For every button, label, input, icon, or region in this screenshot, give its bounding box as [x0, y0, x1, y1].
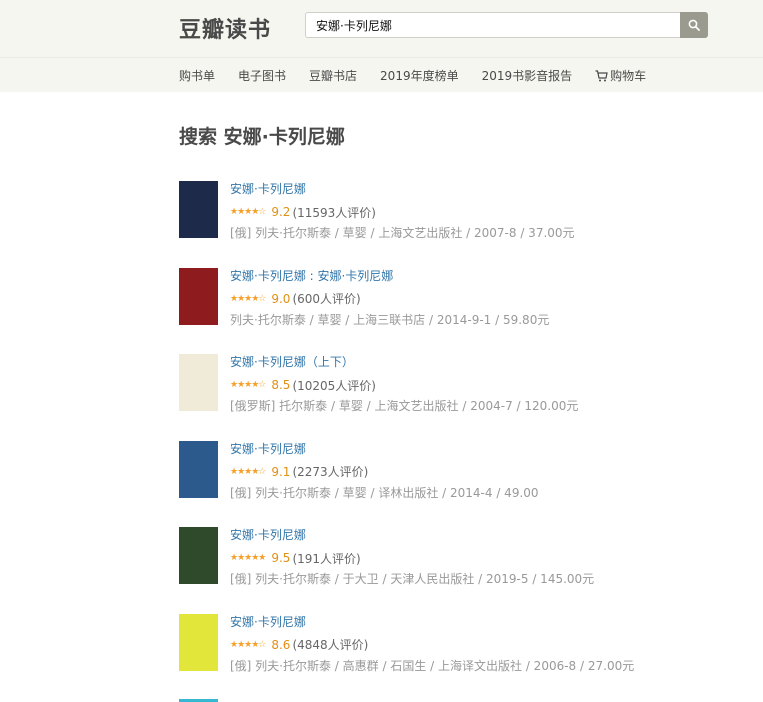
rating-row: ★★★★☆ 8.6 (4848人评价)	[230, 637, 634, 653]
book-title-link[interactable]: 安娜·卡列尼娜	[230, 526, 594, 544]
rating-stars-icon: ★★★★☆	[230, 466, 266, 477]
book-meta: [俄] 列夫·托尔斯泰 / 于大卫 / 天津人民出版社 / 2019-5 / 1…	[230, 572, 595, 587]
book-title-link[interactable]: 安娜·卡列尼娜（上下）	[230, 353, 578, 371]
result-info: 安娜·卡列尼娜 ★★★★☆ 9.1 (2273人评价) [俄] 列夫·托尔斯泰 / 草婴…	[230, 440, 539, 501]
search-input[interactable]	[305, 12, 680, 38]
search-bar	[305, 12, 708, 38]
main-nav: 购书单 电子图书 豆瓣书店 2019年度榜单 2019书影音报告 购物车	[0, 57, 763, 92]
nav-item-cart[interactable]: 购物车	[595, 67, 646, 84]
rating-row: ★★★★★ 9.5 (191人评价)	[230, 550, 594, 566]
rating-count: (600人评价)	[292, 292, 361, 307]
rating-score: 9.0	[271, 291, 291, 306]
book-meta: [俄] 列夫·托尔斯泰 / 草婴 / 上海文艺出版社 / 2007-8 / 37…	[230, 226, 575, 240]
book-title-link[interactable]: 安娜·卡列尼娜	[230, 180, 575, 198]
book-meta: 列夫·托尔斯泰 / 草婴 / 上海三联书店 / 2014-9-1 / 59.80…	[230, 312, 550, 327]
book-meta: [俄] 列夫·托尔斯泰 / 高惠群 / 石国生 / 上海译文出版社 / 2006…	[230, 658, 635, 673]
rating-stars-icon: ★★★★☆	[230, 380, 266, 391]
result-item: 安娜·卡列尼娜 : 安娜·卡列尼娜 ★★★★☆ 9.0 (600人评价) 列夫·托尔斯泰…	[179, 267, 719, 354]
rating-count: (11593人评价)	[292, 205, 376, 220]
book-cover[interactable]	[179, 440, 218, 498]
result-info: 安娜·卡列尼娜 : 安娜·卡列尼娜 ★★★★☆ 9.0 (600人评价) 列夫·托尔斯泰…	[230, 267, 549, 328]
rating-score: 9.5	[271, 551, 291, 566]
book-meta: [俄罗斯] 托尔斯泰 / 草婴 / 上海文艺出版社 / 2004-7 / 120…	[230, 399, 579, 414]
nav-item-booklist[interactable]: 购书单	[179, 67, 215, 84]
result-info: 安娜·卡列尼娜 ★★★★★ 9.5 (191人评价) [俄] 列夫·托尔斯泰 / 于大卫…	[230, 526, 594, 587]
result-item: 安娜·卡列尼娜 ★★★★★ 9.5 (191人评价) [俄] 列夫·托尔斯泰 / 于大卫…	[179, 526, 719, 613]
result-info: 安娜·卡列尼娜 ★★★★☆ 8.6 (4848人评价) [俄] 列夫·托尔斯泰 / 高惠…	[230, 613, 634, 674]
search-icon	[688, 19, 700, 31]
results-list: 安娜·卡列尼娜 ★★★★☆ 9.2 (11593人评价) [俄] 列夫·托尔斯泰 / 草…	[179, 180, 719, 700]
nav-item-annual-list[interactable]: 2019年度榜单	[380, 67, 459, 84]
book-cover[interactable]	[179, 527, 218, 585]
nav-item-annual-report[interactable]: 2019书影音报告	[482, 67, 573, 84]
result-item: 安娜·卡列尼娜 ★★★★☆ 9.2 (11593人评价) [俄] 列夫·托尔斯泰 / 草…	[179, 180, 719, 267]
result-item: 安娜·卡列尼娜 ★★★★☆ 9.1 (2273人评价) [俄] 列夫·托尔斯泰 / 草婴…	[179, 440, 719, 527]
nav-item-ebooks[interactable]: 电子图书	[238, 67, 286, 84]
rating-stars-icon: ★★★★☆	[230, 207, 266, 217]
result-item: 安娜·卡列尼娜（上下） ★★★★☆ 8.5 (10205人评价) [俄罗斯] 托尔斯泰 …	[179, 353, 719, 440]
rating-score: 9.2	[271, 205, 291, 219]
book-title-link[interactable]: 安娜·卡列尼娜	[230, 613, 634, 631]
rating-stars-icon: ★★★★★	[230, 553, 266, 564]
book-cover[interactable]	[179, 181, 218, 238]
rating-score: 8.5	[271, 378, 291, 393]
site-logo[interactable]: 豆瓣读书	[179, 12, 271, 44]
rating-row: ★★★★☆ 9.0 (600人评价)	[230, 291, 549, 307]
book-meta: [俄] 列夫·托尔斯泰 / 草婴 / 译林出版社 / 2014-4 / 49.0…	[230, 485, 539, 500]
rating-count: (191人评价)	[292, 551, 361, 566]
result-info: 安娜·卡列尼娜（上下） ★★★★☆ 8.5 (10205人评价) [俄罗斯] 托尔斯泰 …	[230, 353, 578, 414]
search-button[interactable]	[680, 12, 708, 38]
page-title: 搜索 安娜·卡列尼娜	[179, 126, 345, 148]
rating-stars-icon: ★★★★☆	[230, 293, 266, 304]
rating-count: (4848人评价)	[292, 638, 369, 653]
result-info: 安娜·卡列尼娜 ★★★★☆ 9.2 (11593人评价) [俄] 列夫·托尔斯泰 / 草…	[230, 180, 575, 241]
book-cover[interactable]	[179, 267, 218, 325]
book-title-link[interactable]: 安娜·卡列尼娜 : 安娜·卡列尼娜	[230, 267, 549, 285]
rating-count: (10205人评价)	[292, 378, 376, 393]
result-item: 安娜·卡列尼娜 ★★★★☆ 8.6 (4848人评价) [俄] 列夫·托尔斯泰 / 高惠…	[179, 613, 719, 700]
book-cover[interactable]	[179, 354, 218, 412]
book-title-link[interactable]: 安娜·卡列尼娜	[230, 440, 539, 458]
rating-score: 8.6	[271, 637, 291, 652]
rating-count: (2273人评价)	[292, 465, 369, 480]
top-bar: 豆瓣读书	[0, 0, 763, 57]
rating-stars-icon: ★★★★☆	[230, 639, 266, 650]
rating-row: ★★★★☆ 9.2 (11593人评价)	[230, 204, 575, 220]
cart-icon	[595, 69, 608, 81]
nav-item-bookstore[interactable]: 豆瓣书店	[309, 67, 357, 84]
book-cover[interactable]	[179, 613, 218, 671]
rating-score: 9.1	[271, 464, 291, 479]
rating-row: ★★★★☆ 9.1 (2273人评价)	[230, 464, 539, 480]
rating-row: ★★★★☆ 8.5 (10205人评价)	[230, 377, 578, 393]
